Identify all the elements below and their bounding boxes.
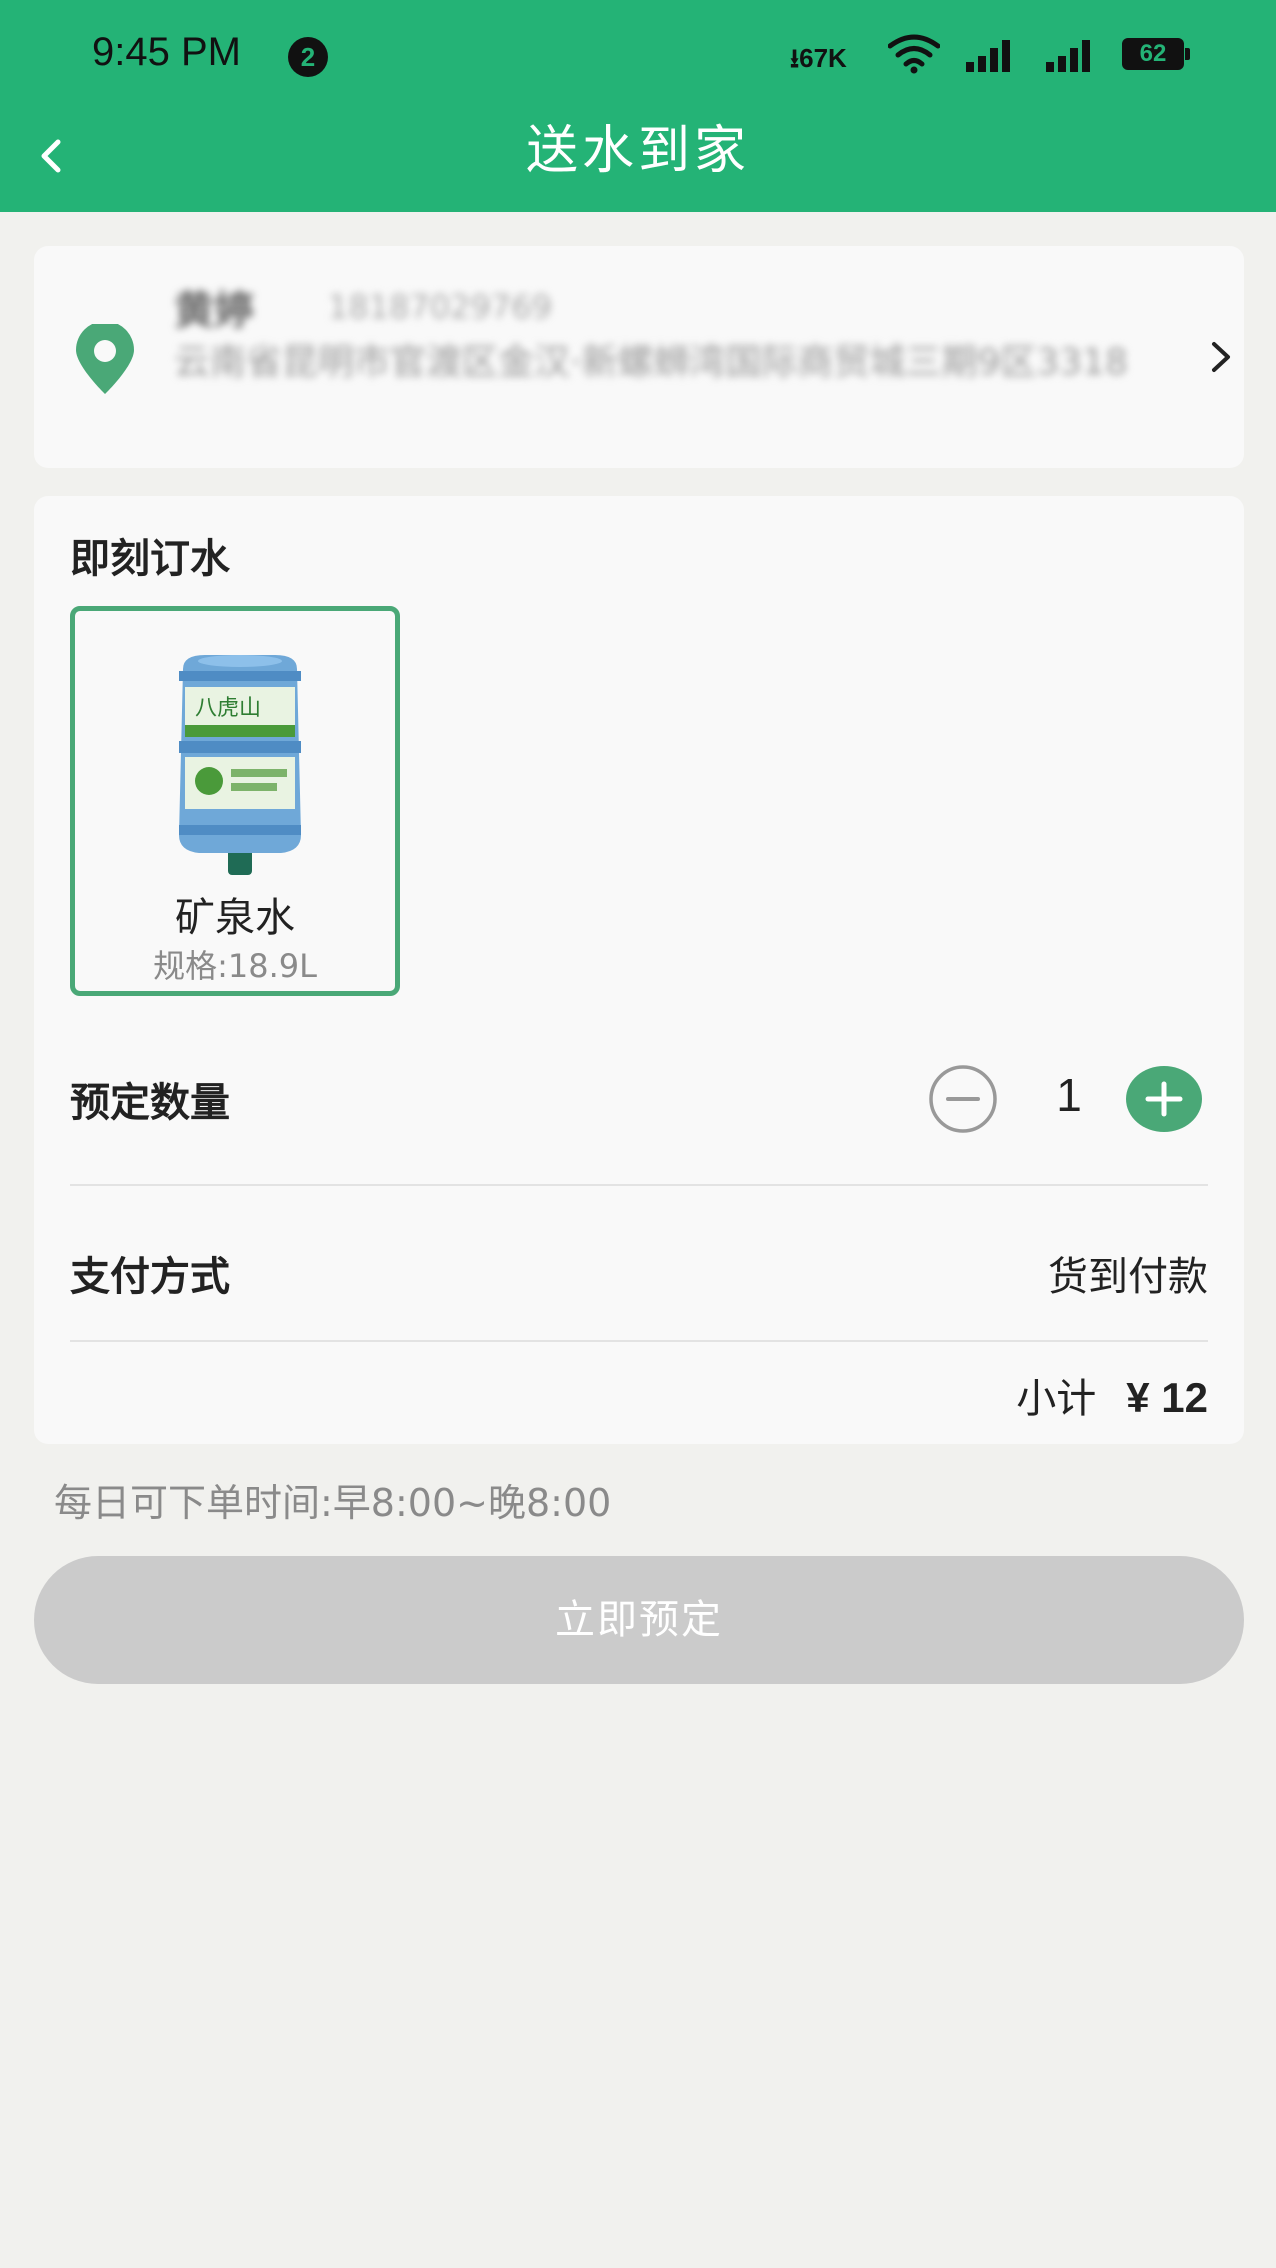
order-hours-note: 每日可下单时间:早8:00~晚8:00 [54,1481,612,1525]
subtotal-label: 小计 [1016,1376,1097,1422]
battery-icon: 62 [1122,38,1190,70]
book-now-button[interactable]: 立即预定 [34,1556,1244,1684]
divider [70,1340,1208,1342]
payment-label: 支付方式 [70,1254,230,1300]
order-card: 即刻订水 八虎山 矿泉水 规格:18.9L 预定数量 1 支付方式 货到付款 小… [34,496,1244,1444]
divider [70,1184,1208,1186]
location-pin-icon [76,324,134,394]
wifi-icon [888,34,940,74]
product-name: 矿泉水 [175,895,295,941]
net-speed: ⭳67K [790,43,847,73]
chevron-right-icon [1212,342,1230,372]
product-spec: 规格:18.9L [153,947,317,985]
status-time: 9:45 PM [92,30,241,74]
quantity-label: 预定数量 [70,1080,230,1126]
notification-badge: 2 [288,37,328,77]
quantity-decrease-button[interactable] [924,1064,1002,1134]
address-line: 云南省昆明市官渡区金汉·新螺蛳湾国际商贸城三期9区3318 [174,342,1128,383]
address-card[interactable]: 黄婷 18187029769 云南省昆明市官渡区金汉·新螺蛳湾国际商贸城三期9区… [34,246,1244,468]
app-header: 9:45 PM 2 ⭳67K 62 送水到家 [0,0,1276,212]
water-jug-image: 八虎山 [179,655,301,875]
product-tile[interactable]: 八虎山 矿泉水 规格:18.9L [70,606,400,996]
quantity-increase-button[interactable] [1124,1064,1204,1134]
address-name: 黄婷 [174,288,254,334]
quantity-value: 1 [1056,1069,1082,1121]
subtotal: 小计 ¥ 12 [1016,1366,1208,1424]
address-phone: 18187029769 [328,288,552,326]
subtotal-amount: ¥ 12 [1126,1374,1208,1421]
status-bar: 9:45 PM 2 ⭳67K 62 [0,0,1276,112]
page-title: 送水到家 [525,121,750,181]
svg-text:八虎山: 八虎山 [195,696,261,721]
signal-icon [966,40,1010,72]
payment-method-value: 货到付款 [1048,1254,1208,1300]
signal-icon-2 [1046,40,1090,72]
section-title: 即刻订水 [70,536,230,582]
